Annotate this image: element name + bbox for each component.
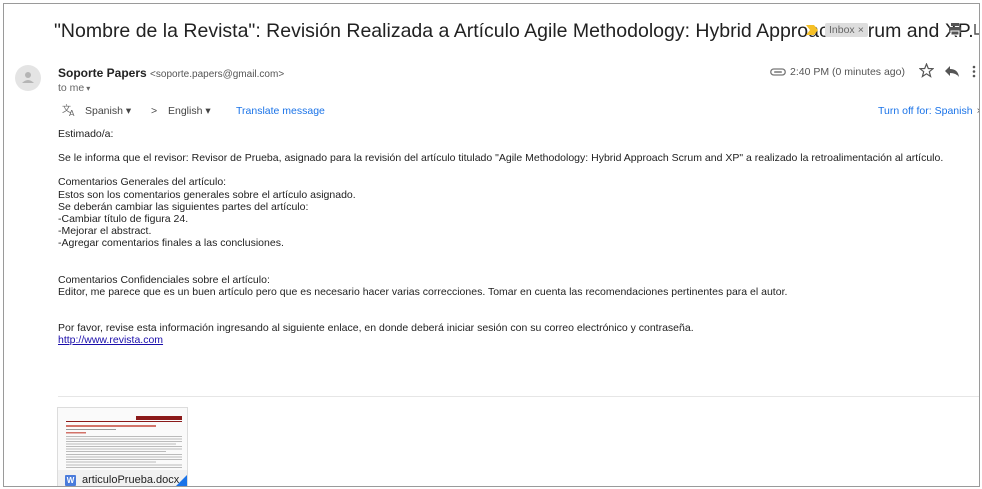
body-line: -Mejorar el abstract. — [58, 225, 152, 238]
sender-avatar[interactable] — [15, 65, 41, 91]
chevron-down-icon: ▾ — [86, 84, 91, 93]
body-line: Estos son los comentarios generales sobr… — [58, 188, 356, 201]
page-fold-icon — [176, 475, 187, 486]
body-line: Editor, me parece que es un buen artícul… — [58, 285, 788, 298]
sender-line: Soporte Papers <soporte.papers@gmail.com… — [58, 66, 284, 80]
body-line: -Agregar comentarios finales a las concl… — [58, 237, 284, 250]
more-options-icon[interactable] — [972, 65, 976, 78]
translate-message-link[interactable]: Translate message — [236, 105, 325, 117]
inbox-label-chip[interactable]: Inbox × — [825, 23, 868, 37]
divider — [58, 396, 979, 397]
person-icon — [22, 72, 34, 83]
email-view: "Nombre de la Revista": Revisión Realiza… — [3, 3, 980, 487]
print-icon[interactable] — [948, 22, 962, 36]
attachment-icon — [770, 68, 786, 76]
reply-icon[interactable] — [945, 66, 959, 77]
email-timestamp: 2:40 PM (0 minutes ago) — [790, 66, 905, 78]
importance-marker-icon[interactable] — [806, 25, 818, 35]
turn-off-label: Turn off for: Spanish — [878, 105, 973, 117]
source-language-dropdown[interactable]: Spanish ▾ — [85, 105, 131, 117]
body-line: Comentarios Confidenciales sobre el artí… — [58, 273, 270, 286]
star-icon[interactable] — [919, 63, 934, 78]
attachment-footer: W articuloPrueba.docx — [58, 470, 187, 486]
body-line: Comentarios Generales del artículo: — [58, 176, 227, 189]
sender-name[interactable]: Soporte Papers — [58, 66, 147, 80]
body-line: -Cambiar título de figura 24. — [58, 213, 189, 226]
recipient-dropdown[interactable]: to me ▾ — [58, 82, 90, 94]
attachment-filename: articuloPrueba.docx — [82, 474, 180, 486]
general-comments: Comentarios Generales del artículo: Esto… — [58, 176, 973, 249]
chevron-right-icon: > — [151, 105, 158, 117]
remove-label-icon[interactable]: × — [858, 24, 864, 36]
body-line: Se deberán cambiar las siguientes partes… — [58, 200, 309, 213]
document-preview-thumbnail — [58, 408, 187, 470]
email-body: Estimado/a: Se le informa que el revisor… — [58, 128, 973, 346]
close-icon[interactable]: × — [977, 105, 979, 117]
closing-paragraph: Por favor, revise esta información ingre… — [58, 322, 694, 335]
turn-off-translation-link[interactable]: Turn off for: Spanish × — [878, 105, 979, 117]
translate-icon: 文 A — [62, 103, 75, 117]
confidential-comments: Comentarios Confidenciales sobre el artí… — [58, 274, 973, 298]
greeting: Estimado/a: — [58, 128, 114, 140]
sender-email: <soporte.papers@gmail.com> — [150, 69, 285, 80]
journal-link[interactable]: http://www.revista.com — [58, 334, 973, 346]
open-in-new-window-icon[interactable] — [974, 21, 980, 35]
subject-row: "Nombre de la Revista": Revisión Realiza… — [54, 20, 979, 50]
inbox-label-text: Inbox — [829, 24, 855, 36]
attachment-card[interactable]: W articuloPrueba.docx — [57, 407, 188, 486]
svg-text:A: A — [69, 109, 75, 117]
target-language-dropdown[interactable]: English ▾ — [168, 105, 211, 117]
intro-paragraph: Se le informa que el revisor: Revisor de… — [58, 152, 944, 165]
translate-bar: 文 A Spanish ▾ > English ▾ Translate mess… — [62, 102, 979, 122]
word-document-icon: W — [65, 475, 76, 486]
recipient-label: to me — [58, 82, 85, 94]
